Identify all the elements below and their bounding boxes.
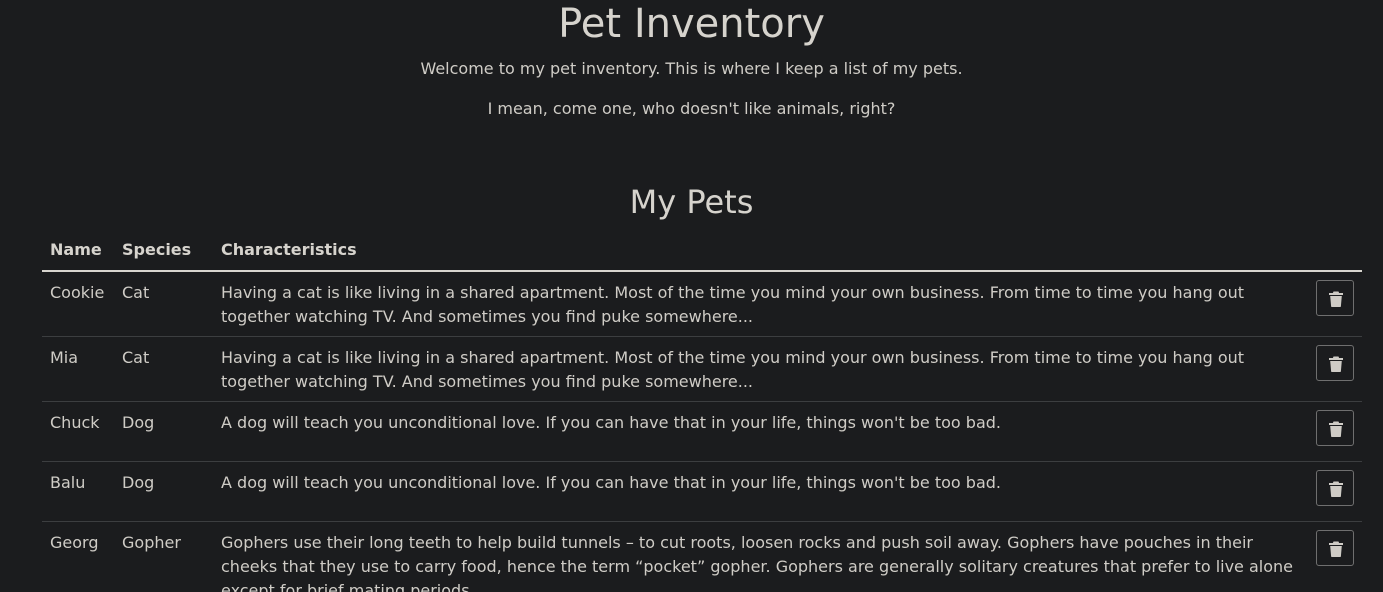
row-actions <box>1306 336 1362 402</box>
pet-characteristics: Having a cat is like living in a shared … <box>213 271 1306 337</box>
column-header-name: Name <box>42 230 114 272</box>
row-actions <box>1306 461 1362 522</box>
pet-species: Cat <box>114 336 213 402</box>
trash-icon <box>1329 291 1343 307</box>
delete-button[interactable] <box>1316 345 1354 381</box>
table-row: Georg Gopher Gophers use their long teet… <box>42 521 1362 592</box>
section-title: My Pets <box>629 183 754 221</box>
column-header-species: Species <box>114 230 213 272</box>
trash-icon <box>1329 356 1343 372</box>
pet-name: Mia <box>42 336 114 402</box>
pet-name: Georg <box>42 521 114 592</box>
pet-characteristics: A dog will teach you unconditional love.… <box>213 461 1306 522</box>
trash-icon <box>1329 481 1343 497</box>
intro-subtext: I mean, come one, who doesn't like anima… <box>487 99 896 118</box>
page: Pet Inventory Welcome to my pet inventor… <box>0 0 1383 592</box>
trash-icon <box>1329 541 1343 557</box>
table-row: Mia Cat Having a cat is like living in a… <box>42 336 1362 402</box>
delete-button[interactable] <box>1316 530 1354 566</box>
column-header-actions <box>1306 230 1362 272</box>
delete-button[interactable] <box>1316 470 1354 506</box>
row-actions <box>1306 271 1362 337</box>
table-row: Balu Dog A dog will teach you unconditio… <box>42 461 1362 522</box>
pets-table: Name Species Characteristics Cookie Cat … <box>42 230 1362 592</box>
pet-species: Cat <box>114 271 213 337</box>
pet-name: Cookie <box>42 271 114 337</box>
pet-species: Gopher <box>114 521 213 592</box>
page-title: Pet Inventory <box>558 1 825 47</box>
delete-button[interactable] <box>1316 410 1354 446</box>
row-actions <box>1306 401 1362 462</box>
pet-name: Chuck <box>42 401 114 462</box>
column-header-characteristics: Characteristics <box>213 230 1306 272</box>
table-row: Cookie Cat Having a cat is like living i… <box>42 271 1362 337</box>
row-actions <box>1306 521 1362 592</box>
table-header-row: Name Species Characteristics <box>42 230 1362 272</box>
pet-species: Dog <box>114 401 213 462</box>
pet-characteristics: A dog will teach you unconditional love.… <box>213 401 1306 462</box>
pet-species: Dog <box>114 461 213 522</box>
delete-button[interactable] <box>1316 280 1354 316</box>
intro-text: Welcome to my pet inventory. This is whe… <box>420 59 963 78</box>
pet-characteristics: Gophers use their long teeth to help bui… <box>213 521 1306 592</box>
trash-icon <box>1329 421 1343 437</box>
pet-characteristics: Having a cat is like living in a shared … <box>213 336 1306 402</box>
table-row: Chuck Dog A dog will teach you unconditi… <box>42 401 1362 462</box>
pet-name: Balu <box>42 461 114 522</box>
